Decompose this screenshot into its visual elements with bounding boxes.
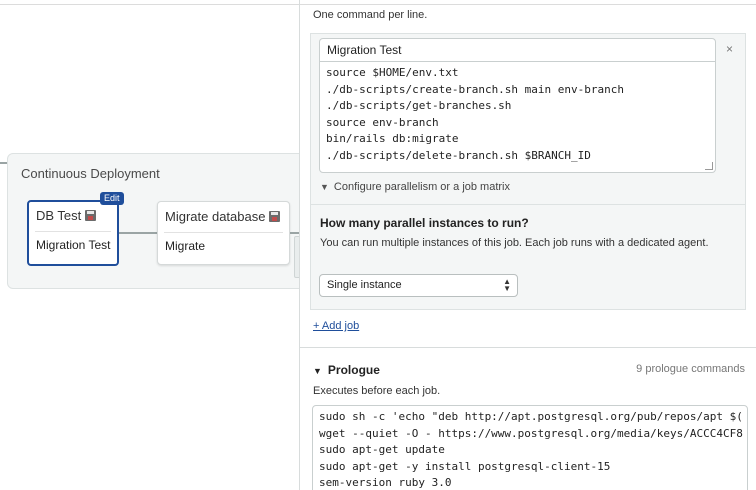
job-title-text: DB Test: [36, 208, 82, 223]
commands-hint: One command per line.: [313, 9, 428, 21]
job-commands-textarea[interactable]: source $HOME/env.txt ./db-scripts/create…: [319, 61, 716, 173]
command-line: bin/rails db:migrate: [326, 132, 459, 146]
prologue-count: 9 prologue commands: [636, 363, 745, 375]
job-editor-panel: One command per line. × Migration Test s…: [299, 0, 756, 490]
canvas-top-border: [0, 4, 299, 5]
prologue-title: Prologue: [327, 363, 380, 377]
command-line: ./db-scripts/create-branch.sh main env-b…: [326, 82, 625, 96]
edit-badge[interactable]: Edit: [100, 192, 124, 205]
resize-grip-icon[interactable]: [705, 162, 713, 170]
job-card-migrate-database[interactable]: Migrate database Migrate: [157, 201, 290, 265]
job-card-db-test[interactable]: DB Test Migration Test: [27, 200, 119, 266]
command-line: ./db-scripts/delete-branch.sh $BRANCH_ID: [326, 148, 591, 162]
parallelism-toggle[interactable]: ▼ Configure parallelism or a job matrix: [320, 181, 510, 193]
parallel-description: You can run multiple instances of this j…: [320, 237, 709, 249]
command-line: source $HOME/env.txt: [326, 66, 459, 79]
workflow-canvas[interactable]: Continuous Deployment DB Test Migration …: [0, 0, 299, 490]
panel-divider: [300, 347, 756, 348]
prologue-toggle[interactable]: ▼ Prologue: [313, 363, 380, 377]
parallel-question: How many parallel instances to run?: [320, 216, 529, 230]
caret-down-icon: ▼: [313, 366, 322, 376]
block-title: Continuous Deployment: [21, 166, 160, 181]
prologue-description: Executes before each job.: [313, 385, 441, 397]
job-title-text: Migrate database: [165, 209, 266, 224]
job-connector: [119, 232, 157, 234]
command-line: source env-branch: [326, 115, 439, 129]
prologue-line: sudo apt-get -y install postgresql-clien…: [319, 459, 611, 473]
floppy-disk-icon: [269, 211, 281, 222]
prologue-commands-textarea[interactable]: sudo sh -c 'echo "deb http://apt.postgre…: [312, 405, 748, 490]
select-arrows-icon: ▲ ▼: [503, 277, 511, 293]
floppy-disk-icon: [85, 210, 97, 221]
command-line: ./db-scripts/get-branches.sh: [326, 99, 512, 113]
job-title: Migrate database: [165, 209, 281, 224]
instances-select[interactable]: Single instance ▲ ▼: [319, 274, 518, 297]
caret-down-icon: ▼: [320, 182, 329, 192]
prologue-line: wget --quiet -O - https://www.postgresql…: [319, 426, 743, 440]
job-title: DB Test: [36, 208, 97, 223]
panel-top-border: [300, 4, 756, 5]
instances-select-value: Single instance: [327, 279, 402, 291]
prologue-line: sudo sh -c 'echo "deb http://apt.postgre…: [319, 410, 743, 423]
outgoing-connector: [290, 232, 299, 234]
parallelism-toggle-label: Configure parallelism or a job matrix: [333, 181, 510, 193]
prologue-line: sudo apt-get update: [319, 443, 445, 457]
section-divider: [311, 204, 745, 205]
prologue-line: sem-version ruby 3.0: [319, 476, 452, 490]
close-icon[interactable]: ×: [726, 42, 733, 56]
add-job-link[interactable]: + Add job: [313, 320, 359, 332]
job-divider: [35, 231, 111, 232]
job-divider: [164, 232, 283, 233]
job-block-name: Migration Test: [36, 238, 111, 252]
job-name-input[interactable]: Migration Test: [319, 38, 716, 62]
job-block-name: Migrate: [165, 239, 206, 253]
